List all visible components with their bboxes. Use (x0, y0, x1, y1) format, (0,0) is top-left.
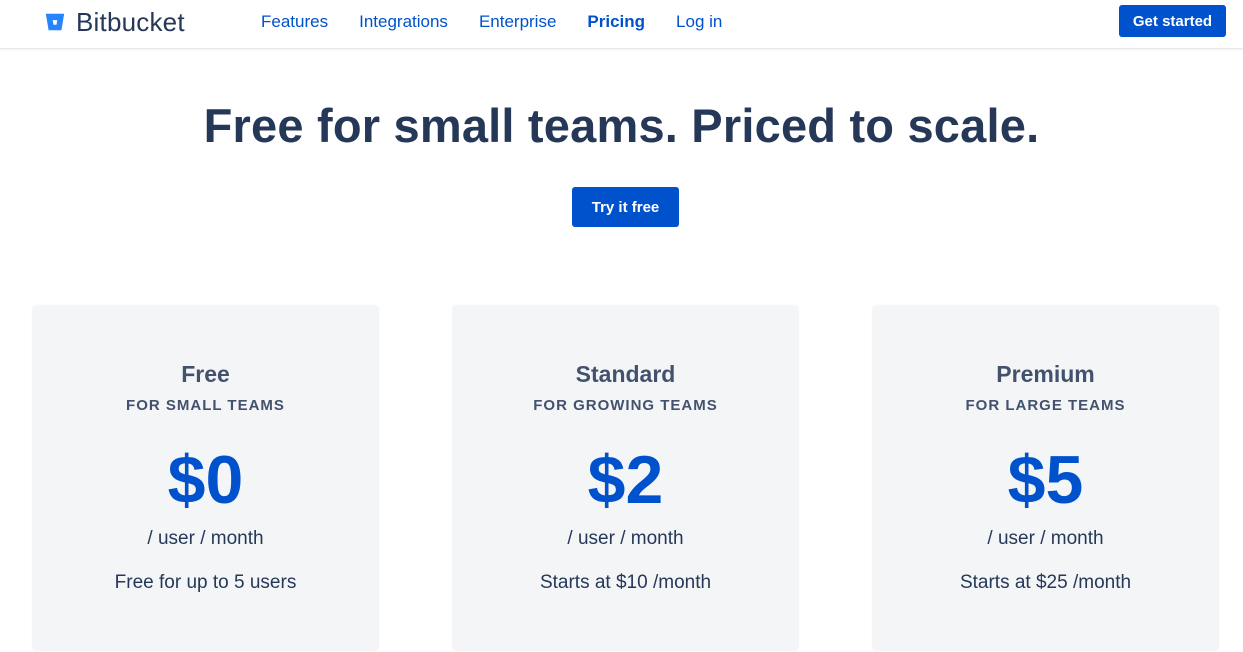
nav-link-enterprise[interactable]: Enterprise (479, 12, 556, 32)
plan-price: $2 (587, 442, 664, 518)
pricing-card-standard: Standard FOR GROWING TEAMS $2 / user / m… (453, 306, 798, 650)
nav-link-features[interactable]: Features (261, 12, 328, 32)
page-title: Free for small teams. Priced to scale. (203, 99, 1040, 152)
pricing-card-premium: Premium FOR LARGE TEAMS $5 / user / mont… (873, 306, 1218, 650)
top-navigation: Bitbucket Features Integrations Enterpri… (0, 0, 1243, 49)
main-nav: Features Integrations Enterprise Pricing… (261, 12, 722, 32)
plan-name: Standard (575, 361, 676, 387)
plan-subtitle: FOR LARGE TEAMS (965, 397, 1126, 414)
plan-unit: / user / month (987, 528, 1104, 549)
get-started-button[interactable]: Get started (1119, 5, 1226, 37)
plan-subtitle: FOR GROWING TEAMS (533, 397, 718, 414)
plan-note: Starts at $25 /month (959, 572, 1132, 593)
plan-subtitle: FOR SMALL TEAMS (126, 397, 285, 414)
plan-note: Starts at $10 /month (539, 572, 712, 593)
plan-name: Premium (996, 361, 1095, 387)
brand-name: Bitbucket (76, 6, 185, 37)
nav-link-pricing[interactable]: Pricing (587, 12, 645, 32)
plan-price: $0 (167, 442, 244, 518)
bitbucket-bucket-icon (45, 13, 65, 31)
nav-link-login[interactable]: Log in (676, 12, 722, 32)
plan-price: $5 (1007, 442, 1084, 518)
plan-unit: / user / month (147, 528, 264, 549)
plan-unit: / user / month (567, 528, 684, 549)
nav-link-integrations[interactable]: Integrations (359, 12, 448, 32)
try-it-free-button[interactable]: Try it free (572, 187, 679, 227)
bitbucket-logo[interactable]: Bitbucket (44, 6, 185, 37)
plan-name: Free (181, 361, 230, 387)
plan-note: Free for up to 5 users (114, 572, 297, 593)
pricing-card-free: Free FOR SMALL TEAMS $0 / user / month F… (33, 306, 378, 650)
